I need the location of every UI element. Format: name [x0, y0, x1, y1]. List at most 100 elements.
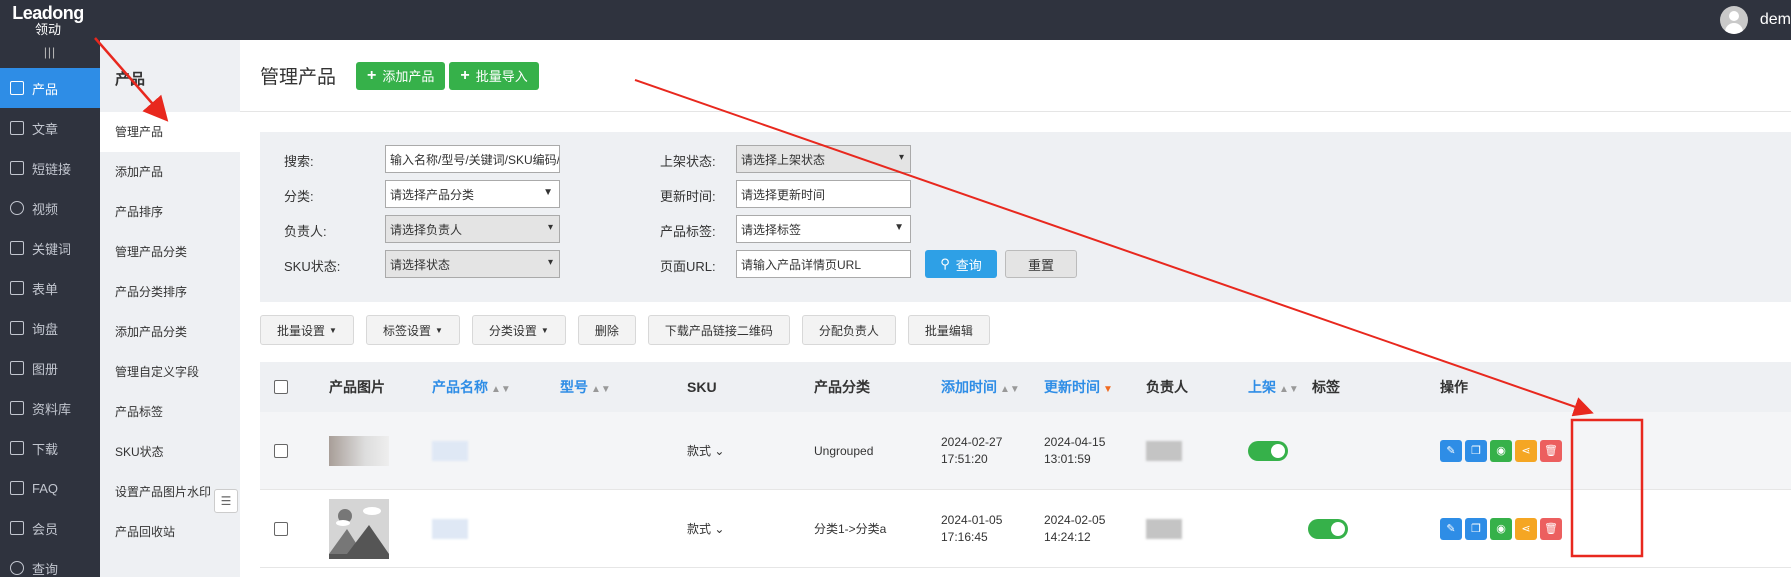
sidebar-item-library[interactable]: 资料库	[0, 388, 100, 428]
sort-icon: ▲▼	[1000, 384, 1020, 395]
search-input[interactable]: 输入名称/型号/关键词/SKU编码/条形	[385, 145, 560, 173]
search-icon: ⚲	[940, 256, 950, 271]
sidebar-item-shortlink[interactable]: 短链接	[0, 148, 100, 188]
download-qrcode-button[interactable]: 下载产品链接二维码	[647, 315, 790, 345]
sidebar-item-form[interactable]: 表单	[0, 268, 100, 308]
sku-status-select[interactable]: 请选择状态 ▾	[385, 250, 560, 278]
query-icon	[10, 561, 24, 575]
chevron-down-icon: ▼	[894, 222, 904, 233]
view-icon[interactable]: ◉	[1490, 517, 1512, 540]
edit-icon[interactable]: ✎	[1440, 439, 1462, 462]
product-tag-select[interactable]: 请选择标签 ▼	[736, 215, 911, 243]
subnav-toggle-icon[interactable]: ☰	[214, 489, 238, 513]
col-sku: SKU	[687, 379, 717, 395]
category-select[interactable]: 请选择产品分类 ▼	[385, 180, 560, 208]
form-icon	[10, 281, 24, 295]
bulk-import-button[interactable]: + 批量导入	[449, 61, 539, 90]
logo-text: Leadong	[12, 3, 84, 23]
reset-button[interactable]: 重置	[1005, 250, 1077, 278]
sidebar-item-query[interactable]: 查询	[0, 548, 100, 577]
share-icon[interactable]: ⋖	[1515, 439, 1537, 462]
select-all-checkbox[interactable]	[274, 380, 288, 394]
updated-time: 2024-04-15 13:01:59	[1044, 434, 1106, 466]
subnav-item-add-category[interactable]: 添加产品分类	[100, 312, 240, 352]
search-button[interactable]: ⚲ 查询	[925, 250, 997, 278]
owner-select[interactable]: 请选择负责人 ▾	[385, 215, 560, 243]
col-model[interactable]: 型号 ▲▼	[560, 377, 611, 397]
category-settings-dropdown[interactable]: 分类设置 ▼	[471, 315, 566, 345]
sku-dropdown[interactable]: 款式 ⌄	[687, 520, 724, 537]
sidebar-item-faq[interactable]: FAQ	[0, 468, 100, 508]
col-image: 产品图片	[329, 379, 385, 395]
chevron-down-icon: ⌄	[714, 522, 725, 536]
sidebar-item-video[interactable]: 视频	[0, 188, 100, 228]
user-menu[interactable]: dem	[1719, 6, 1791, 34]
sku-dropdown[interactable]: 款式 ⌄	[687, 442, 724, 459]
sidebar-item-keyword[interactable]: 关键词	[0, 228, 100, 268]
subnav-item-add-product[interactable]: 添加产品	[100, 152, 240, 192]
share-icon[interactable]: ⋖	[1515, 517, 1537, 540]
owner-blurred	[1146, 518, 1182, 539]
col-added-time[interactable]: 添加时间 ▲▼	[941, 377, 1020, 397]
edit-icon[interactable]: ✎	[1440, 517, 1462, 540]
col-category: 产品分类	[814, 379, 870, 395]
sidebar-item-article[interactable]: 文章	[0, 108, 100, 148]
table-row: 款式 ⌄ 分类1->分类a 2024-01-05 17:16:45 2024-02…	[260, 490, 1791, 568]
row-checkbox[interactable]	[274, 521, 288, 536]
bulk-edit-button[interactable]: 批量编辑	[907, 315, 990, 345]
product-category: Ungrouped	[814, 443, 874, 458]
sidebar-item-member[interactable]: 会员	[0, 508, 100, 548]
album-icon	[10, 361, 24, 375]
col-actions: 操作	[1440, 379, 1468, 395]
listed-toggle[interactable]	[1248, 440, 1288, 461]
col-name[interactable]: 产品名称 ▲▼	[432, 377, 511, 397]
delete-button[interactable]: 删除	[577, 315, 636, 345]
member-icon	[10, 521, 24, 535]
col-listed[interactable]: 上架 ▲▼	[1248, 377, 1299, 397]
sidebar-item-download[interactable]: 下载	[0, 428, 100, 468]
product-thumbnail[interactable]	[329, 435, 389, 466]
sidebar-item-product[interactable]: 产品	[0, 68, 100, 108]
chevron-down-icon: ▼	[543, 187, 553, 198]
subnav-item-product-sort[interactable]: 产品排序	[100, 192, 240, 232]
subnav-item-manage-products[interactable]: 管理产品	[100, 112, 240, 152]
owner-label: 负责人:	[284, 224, 327, 239]
chevron-down-icon: ▾	[547, 257, 553, 268]
subnav-item-manage-categories[interactable]: 管理产品分类	[100, 232, 240, 272]
sort-icon: ▲▼	[591, 384, 611, 395]
logo-subtext: 领动	[34, 22, 61, 37]
added-time: 2024-01-05 17:16:45	[941, 512, 1003, 544]
subnav-item-custom-fields[interactable]: 管理自定义字段	[100, 352, 240, 392]
sidebar-item-inquiry[interactable]: 询盘	[0, 308, 100, 348]
trash-icon[interactable]: 🗑	[1540, 439, 1562, 462]
add-product-button[interactable]: + 添加产品	[356, 61, 446, 90]
chevron-down-icon: ▾	[547, 222, 553, 233]
product-placeholder-image[interactable]	[329, 498, 389, 559]
username: dem	[1759, 11, 1791, 28]
subnav-item-category-sort[interactable]: 产品分类排序	[100, 272, 240, 312]
tag-settings-dropdown[interactable]: 标签设置 ▼	[365, 315, 460, 345]
listed-toggle[interactable]	[1308, 518, 1348, 539]
copy-icon[interactable]: ❐	[1465, 439, 1487, 462]
view-icon[interactable]: ◉	[1490, 439, 1512, 462]
product-name-blurred[interactable]	[432, 440, 468, 461]
product-name-blurred[interactable]	[432, 518, 468, 539]
subnav-item-recycle-bin[interactable]: 产品回收站	[100, 512, 240, 552]
page-url-input[interactable]: 请输入产品详情页URL	[736, 250, 911, 278]
faq-icon	[10, 481, 24, 495]
bulk-settings-dropdown[interactable]: 批量设置 ▼	[260, 315, 354, 345]
sort-desc-icon: ▼	[1103, 384, 1113, 395]
category-label: 分类:	[284, 189, 314, 204]
trash-icon[interactable]: 🗑	[1540, 517, 1562, 540]
logo[interactable]: Leadong 领动	[6, 3, 90, 37]
col-updated-time[interactable]: 更新时间 ▼	[1044, 377, 1113, 397]
listing-status-select[interactable]: 请选择上架状态 ▾	[736, 145, 911, 173]
assign-owner-button[interactable]: 分配负责人	[801, 315, 896, 345]
sidebar-item-album[interactable]: 图册	[0, 348, 100, 388]
update-time-input[interactable]: 请选择更新时间	[736, 180, 911, 208]
subnav-item-product-tags[interactable]: 产品标签	[100, 392, 240, 432]
copy-icon[interactable]: ❐	[1465, 517, 1487, 540]
row-checkbox[interactable]	[274, 443, 288, 458]
collapse-toggle[interactable]: |||	[0, 40, 100, 68]
subnav-item-sku-status[interactable]: SKU状态	[100, 432, 240, 472]
